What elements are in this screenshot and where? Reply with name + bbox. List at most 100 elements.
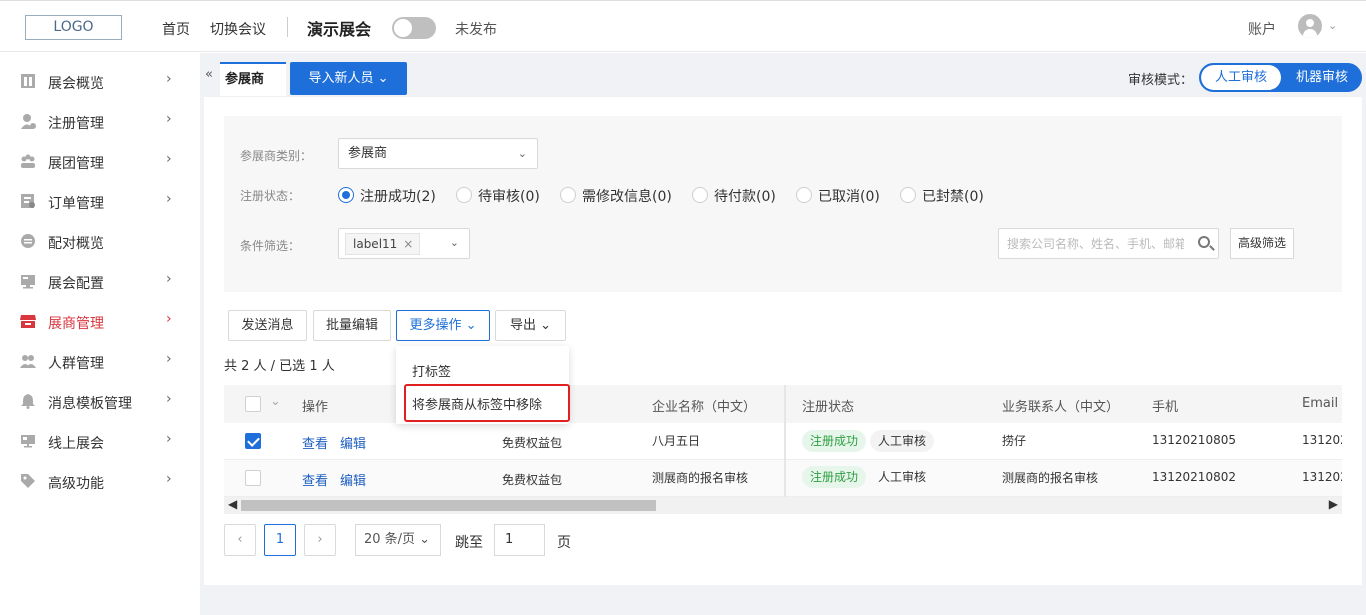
sidebar-item-overview[interactable]: 展会概览 › [0,61,200,101]
batch-edit-button[interactable]: 批量编辑 [313,310,391,341]
radio-label: 已封禁(0) [922,189,984,205]
review-mode-manual[interactable]: 人工审核 [1201,65,1281,90]
account-link[interactable]: 账户 [1248,19,1276,39]
email-cell: 131202 [1302,433,1342,447]
column-header: 业务联系人（中文） [1002,400,1120,415]
view-link[interactable]: 查看 [302,433,328,452]
sidebar: 展会概览 › 注册管理 › 展团管理 › 订单管理 › 配对概览 展会配置 › … [0,53,200,615]
select-all-checkbox[interactable] [245,396,261,412]
sidebar-item-message-templates[interactable]: 消息模板管理 › [0,381,200,421]
sidebar-item-orders[interactable]: 订单管理 › [0,181,200,221]
search-input[interactable] [999,229,1184,258]
exhibitor-type-value: 参展商 [348,146,388,161]
phone-cell: 13120210805 [1152,433,1236,447]
row-checkbox[interactable] [245,433,261,449]
horizontal-scrollbar[interactable]: ◀ ▶ [224,497,1342,514]
next-page-button[interactable]: › [304,524,336,556]
chevron-right-icon: › [166,431,172,447]
column-header: 注册状态 [802,400,855,415]
chevron-right-icon: › [166,311,172,327]
sidebar-item-online-expo[interactable]: 线上展会 › [0,421,200,461]
sidebar-item-matching[interactable]: 配对概览 [0,221,200,261]
radio-label: 待付款(0) [714,189,776,205]
sidebar-item-label: 注册管理 [48,116,104,132]
sidebar-item-label: 订单管理 [48,196,104,212]
avatar-icon[interactable] [1298,14,1322,38]
chevron-right-icon: › [166,71,172,87]
sidebar-item-label: 消息模板管理 [48,396,132,412]
chevron-right-icon: › [166,471,172,487]
sidebar-item-config[interactable]: 展会配置 › [0,261,200,301]
sidebar-item-groups[interactable]: 展团管理 › [0,141,200,181]
sidebar-item-label: 配对概览 [48,236,104,252]
advanced-filter-button[interactable]: 高级筛选 [1230,228,1294,259]
scrollbar-thumb[interactable] [241,500,656,511]
order-icon [21,194,35,208]
chevron-down-icon[interactable]: ⌄ [1328,19,1337,32]
column-header: 企业名称（中文） [652,400,757,415]
view-link[interactable]: 查看 [302,470,328,489]
company-cell: 八月五日 [652,434,701,448]
match-icon [21,234,35,248]
status-badge: 注册成功 [802,466,867,488]
exhibitor-type-label: 参展商类别： [240,149,313,163]
more-actions-button[interactable]: 更多操作 ⌄ [396,310,490,341]
store-icon [20,315,36,328]
jump-page-input[interactable]: 1 [494,524,545,556]
publish-toggle[interactable] [392,17,436,39]
review-badge: 人工审核 [878,470,927,484]
condition-filter-select[interactable]: label11 × ⌄ [338,228,470,259]
jump-to-label: 跳至 [455,535,483,551]
user-register-icon [21,114,36,129]
logo[interactable]: LOGO [25,15,122,40]
phone-cell: 13120210802 [1152,470,1236,484]
edit-link[interactable]: 编辑 [340,433,366,452]
sidebar-item-label: 人群管理 [48,356,104,372]
monitor-icon [21,435,35,448]
exhibitor-type-select[interactable]: 参展商 ⌄ [338,138,538,169]
status-badge: 注册成功 [802,430,867,452]
sidebar-item-exhibitors[interactable]: 展商管理 › [0,301,200,341]
chevron-down-icon[interactable]: ⌄ [270,394,281,409]
sidebar-item-advanced[interactable]: 高级功能 › [0,461,200,501]
column-header: 手机 [1152,400,1179,415]
radio-label: 待审核(0) [478,189,540,205]
chevron-down-icon: ⌄ [517,147,527,160]
page-size-select[interactable]: 20 条/页 ⌄ [355,524,441,556]
send-message-button[interactable]: 发送消息 [228,310,307,341]
scroll-left-icon[interactable]: ◀ [228,497,237,511]
tab-exhibitors[interactable]: 参展商 [220,62,286,96]
contact-cell: 捞仔 [1002,434,1027,448]
row-checkbox[interactable] [245,470,261,486]
nav-switch-meeting-link[interactable]: 切换会议 [210,19,266,39]
sidebar-item-registration[interactable]: 注册管理 › [0,101,200,141]
nav-home-link[interactable]: 首页 [162,19,190,39]
sidebar-item-label: 展会概览 [48,76,104,92]
sidebar-item-label: 线上展会 [48,436,104,452]
search-icon[interactable] [1198,236,1210,248]
scroll-right-icon[interactable]: ▶ [1329,497,1338,511]
export-button[interactable]: 导出 ⌄ [495,310,566,341]
table-row: 查看 编辑 免费权益包 测展商的报名审核 注册成功 人工审核 测展商的报名审核 … [224,460,1342,497]
publish-status: 未发布 [455,22,497,38]
filter-tag-label: label11 [353,237,398,251]
collapse-icon[interactable]: « [205,67,213,82]
registration-status-label: 注册状态： [240,189,301,203]
exhibitor-table: ⌄ 操作 企业名称（中文） 注册状态 业务联系人（中文） 手机 Email 查看… [224,385,1342,497]
prev-page-button[interactable]: ‹ [224,524,256,556]
review-mode-machine[interactable]: 机器审核 [1283,65,1360,90]
event-title: 演示展会 [307,20,372,39]
table-header: ⌄ 操作 企业名称（中文） 注册状态 业务联系人（中文） 手机 Email [224,385,1342,423]
import-new-people-button[interactable]: 导入新人员 ⌄ [290,62,407,95]
chevron-right-icon: › [166,191,172,207]
dropdown-item-add-tag[interactable]: 打标签 [412,361,451,380]
sidebar-item-crowd[interactable]: 人群管理 › [0,341,200,381]
page-unit-label: 页 [557,535,571,551]
chevron-right-icon: › [166,391,172,407]
bell-icon [21,394,35,409]
close-icon[interactable]: × [403,234,413,254]
fixed-column-divider [784,385,786,497]
edit-link[interactable]: 编辑 [340,470,366,489]
page-number-button[interactable]: 1 [264,524,296,556]
review-mode-label: 审核模式： [1128,73,1194,88]
